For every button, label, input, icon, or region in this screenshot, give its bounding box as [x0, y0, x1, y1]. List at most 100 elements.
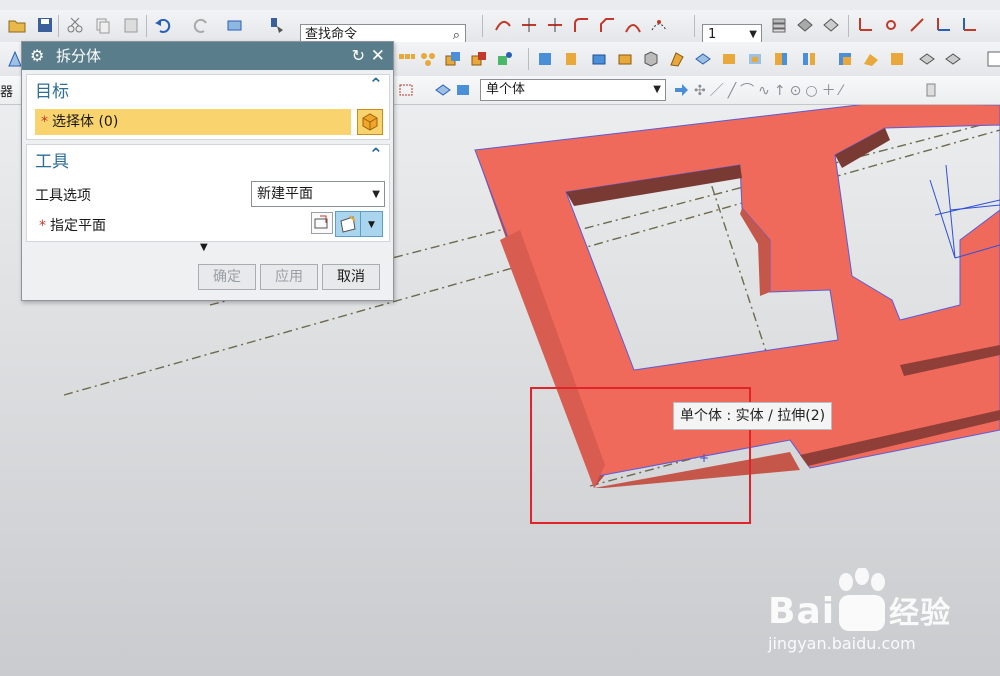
snap-point-icons[interactable]: ✣／╱⌒∿↑⊙○＋⁄ — [694, 80, 846, 100]
dialog-title: 拆分体 — [56, 47, 102, 65]
chevron-down-icon: ▼ — [372, 189, 380, 200]
scale-body-icon[interactable] — [746, 50, 764, 68]
book-icon[interactable] — [536, 50, 554, 68]
block-icon[interactable] — [590, 50, 608, 68]
specify-plane-label: * 指定平面 — [39, 215, 106, 235]
plane-dialog-icon — [314, 215, 328, 229]
fillet-curve-icon[interactable] — [572, 16, 590, 34]
target-group-header[interactable]: 目标 — [35, 77, 69, 102]
standard-toolbar: 查找命令 ⌕ 1 ▼ — [0, 10, 1000, 46]
apply-label: 应用 — [275, 269, 303, 285]
sphere-icon[interactable] — [642, 50, 660, 68]
array-icon[interactable] — [420, 50, 438, 68]
trim-body-icon[interactable] — [772, 50, 790, 68]
plane-type-dropdown[interactable]: ▼ — [361, 211, 383, 237]
watermark-brand: Bai — [768, 591, 836, 632]
work-layer-value: 1 — [708, 27, 717, 42]
copy-icon[interactable] — [94, 16, 112, 34]
chevron-up-icon[interactable]: ⌃ — [369, 75, 383, 95]
cancel-button[interactable]: 取消 — [322, 264, 380, 290]
body-rule-value: 单个体 — [486, 82, 526, 97]
more-features-icon[interactable] — [986, 50, 1000, 68]
split-body-icon[interactable] — [800, 50, 818, 68]
view-box-icon[interactable] — [226, 16, 244, 34]
plane-dialog-button[interactable] — [311, 212, 333, 234]
cancel-label: 取消 — [337, 269, 365, 285]
offset-face-icon[interactable] — [720, 50, 738, 68]
tool-group: 工具 ⌃ 工具选项 新建平面 ▼ * 指定平面 ▼ — [26, 144, 390, 242]
select-face-icon[interactable] — [454, 81, 472, 99]
save-icon[interactable] — [36, 16, 54, 34]
chamfer-curve-icon[interactable] — [598, 16, 616, 34]
arc-icon[interactable] — [650, 16, 668, 34]
ok-button[interactable]: 确定 — [198, 264, 256, 290]
more-options-toggle[interactable]: ▼ — [200, 242, 208, 253]
trim-icon[interactable] — [546, 16, 564, 34]
cursor-cross-icon: + — [699, 451, 709, 465]
select-solid-icon[interactable] — [434, 81, 452, 99]
cut-icon[interactable] — [66, 16, 84, 34]
patch-icon[interactable] — [836, 50, 854, 68]
select-body-row[interactable]: * 选择体 (0) — [35, 109, 351, 135]
curve-tools-icon[interactable] — [494, 16, 512, 34]
command-finder-text: 查找命令 — [305, 27, 358, 42]
reset-icon[interactable]: ↻ — [352, 42, 365, 70]
undo-icon[interactable] — [154, 16, 172, 34]
pattern-icon[interactable] — [398, 50, 416, 68]
move-to-layer-icon[interactable] — [796, 16, 814, 34]
shell-icon[interactable] — [694, 50, 712, 68]
face-blend-icon[interactable] — [918, 50, 936, 68]
csys-icon[interactable] — [960, 16, 978, 34]
chevron-down-icon: ▼ — [368, 220, 375, 230]
thicken-icon[interactable] — [862, 50, 880, 68]
sew-icon[interactable] — [888, 50, 906, 68]
datum-csys-icon[interactable] — [856, 16, 874, 34]
vector-icon[interactable] — [908, 16, 926, 34]
paste-icon[interactable] — [122, 16, 140, 34]
target-group: 目标 ⌃ * 选择体 (0) — [26, 74, 390, 140]
subtract-icon[interactable] — [470, 50, 488, 68]
inferred-plane-button[interactable] — [335, 211, 361, 237]
select-body-label: 选择体 (0) — [52, 114, 119, 130]
tool-option-select[interactable]: 新建平面 ▼ — [251, 181, 385, 207]
dialog-title-bar[interactable]: ⚙ 拆分体 ↻ ✕ — [22, 42, 393, 70]
apply-button[interactable]: 应用 — [260, 264, 318, 290]
tool-group-header[interactable]: 工具 — [35, 147, 69, 172]
redo-icon[interactable] — [192, 16, 210, 34]
tool-option-label: 工具选项 — [35, 188, 91, 204]
draft-icon[interactable] — [668, 50, 686, 68]
snap-settings-icon[interactable] — [922, 81, 940, 99]
unite-icon[interactable] — [444, 50, 462, 68]
watermark-url: jingyan.baidu.com — [768, 634, 916, 653]
copy-to-layer-icon[interactable] — [822, 16, 840, 34]
chevron-down-icon: ▼ — [653, 84, 661, 95]
intersect-icon[interactable] — [496, 50, 514, 68]
axis-icon[interactable] — [934, 16, 952, 34]
tool-option-value: 新建平面 — [257, 186, 313, 202]
point-icon[interactable] — [882, 16, 900, 34]
open-icon[interactable] — [8, 16, 26, 34]
replace-face-icon[interactable] — [944, 50, 962, 68]
select-box-icon[interactable] — [398, 81, 416, 99]
selection-tooltip: 单个体 : 实体 / 拉伸(2) — [673, 402, 833, 430]
touch-mode-icon[interactable] — [268, 16, 286, 34]
extract-icon[interactable] — [562, 50, 580, 68]
baidu-watermark: Bai 经验 jingyan.baidu.com — [768, 568, 952, 653]
close-icon[interactable]: ✕ — [371, 42, 385, 70]
split-body-dialog[interactable]: ⚙ 拆分体 ↻ ✕ 目标 ⌃ * 选择体 (0) 工具 ⌃ 工具选项 新建平面 ▼… — [21, 41, 394, 301]
sketch-tools-icon[interactable] — [520, 16, 538, 34]
gear-icon[interactable]: ⚙ — [30, 42, 44, 70]
ok-label: 确定 — [213, 269, 241, 285]
cube-icon — [362, 113, 378, 131]
specify-plane-text: 指定平面 — [50, 218, 106, 234]
plane-icon — [340, 215, 356, 233]
body-rule-select[interactable]: 单个体 ▼ — [480, 79, 666, 101]
watermark-brand-tail: 经验 — [889, 596, 952, 631]
required-asterisk: * — [41, 114, 48, 130]
layer-settings-icon[interactable] — [770, 16, 788, 34]
chevron-up-icon[interactable]: ⌃ — [369, 145, 383, 165]
arrow-right-icon[interactable] — [672, 81, 690, 99]
bridge-curve-icon[interactable] — [624, 16, 642, 34]
select-body-button[interactable] — [357, 109, 383, 135]
cylinder-icon[interactable] — [616, 50, 634, 68]
